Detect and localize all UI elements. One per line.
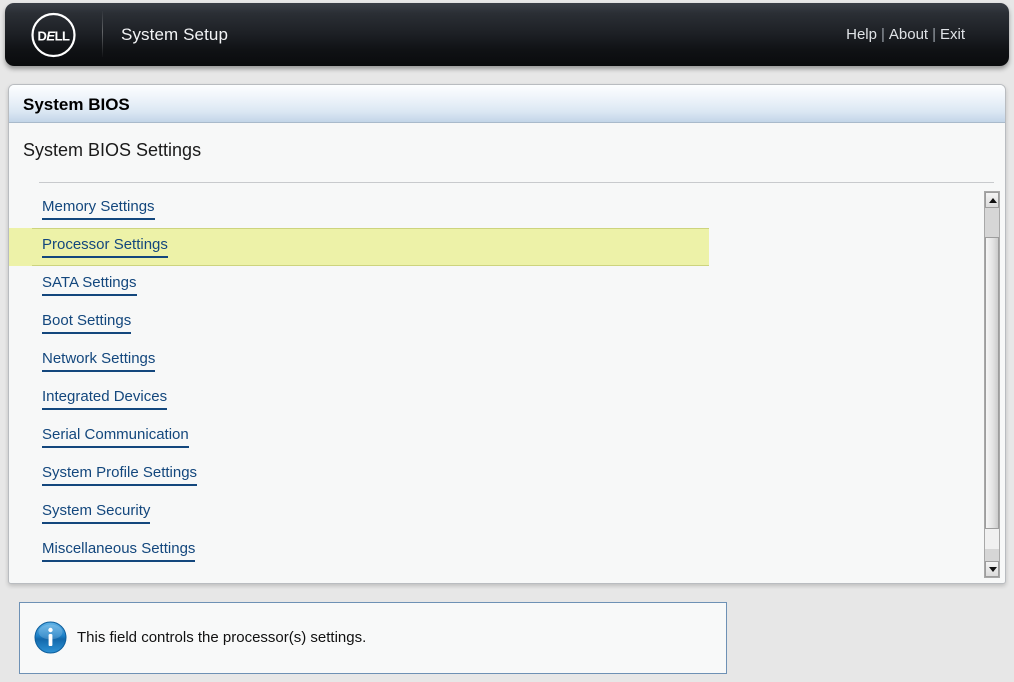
chevron-up-icon	[989, 198, 997, 203]
menu-item-serial-communication[interactable]: Serial Communication	[9, 418, 986, 456]
scrollbar-track-upper[interactable]	[985, 208, 999, 237]
info-bar: This field controls the processor(s) set…	[19, 602, 727, 674]
help-link[interactable]: Help	[846, 26, 877, 43]
scrollbar-track-lower[interactable]	[985, 549, 999, 561]
link-separator-1: |	[880, 26, 885, 43]
scrollbar-up-button[interactable]	[985, 192, 999, 208]
app-title: System Setup	[121, 25, 229, 44]
menu-item-label[interactable]: Memory Settings	[42, 198, 155, 220]
system-bios-panel: System BIOS System BIOS Settings Memory …	[8, 84, 1006, 584]
about-link[interactable]: About	[889, 26, 928, 43]
svg-text:DELL: DELL	[38, 29, 71, 44]
menu-item-sata-settings[interactable]: SATA Settings	[9, 266, 986, 304]
subtitle-divider	[39, 182, 994, 183]
menu-scrollbar[interactable]	[984, 191, 1000, 578]
scrollbar-down-button[interactable]	[985, 561, 999, 577]
menu-item-label[interactable]: Integrated Devices	[42, 388, 168, 410]
exit-link[interactable]: Exit	[940, 26, 965, 43]
page-title: System BIOS	[23, 95, 130, 114]
info-icon	[34, 621, 67, 654]
menu-item-memory-settings[interactable]: Memory Settings	[9, 190, 986, 228]
app-header: DELL System Setup Help | About | Exit	[5, 3, 1009, 66]
chevron-down-icon	[989, 567, 997, 572]
menu-item-label[interactable]: Network Settings	[42, 350, 156, 372]
panel-titlebar: System BIOS	[9, 85, 1005, 123]
menu-item-label[interactable]: Miscellaneous Settings	[42, 540, 196, 562]
header-links: Help | About | Exit	[846, 26, 965, 43]
menu-item-label[interactable]: System Profile Settings	[42, 464, 198, 486]
menu-item-label[interactable]: System Security	[42, 502, 151, 524]
menu-item-boot-settings[interactable]: Boot Settings	[9, 304, 986, 342]
menu-item-label[interactable]: SATA Settings	[42, 274, 137, 296]
menu-item-label[interactable]: Processor Settings	[42, 236, 168, 258]
menu-item-label[interactable]: Serial Communication	[42, 426, 189, 448]
menu-item-network-settings[interactable]: Network Settings	[9, 342, 986, 380]
scrollbar-thumb[interactable]	[985, 237, 999, 529]
menu-item-system-profile-settings[interactable]: System Profile Settings	[9, 456, 986, 494]
menu-item-system-security[interactable]: System Security	[9, 494, 986, 532]
menu-item-miscellaneous-settings[interactable]: Miscellaneous Settings	[9, 532, 986, 570]
menu-item-processor-settings[interactable]: Processor Settings	[9, 227, 986, 267]
link-separator-2: |	[932, 26, 936, 43]
settings-menu-list: Memory Settings Processor Settings SATA …	[9, 190, 986, 583]
page-subtitle: System BIOS Settings	[23, 140, 202, 160]
info-bar-text: This field controls the processor(s) set…	[77, 629, 367, 646]
menu-item-label[interactable]: Boot Settings	[42, 312, 132, 334]
menu-item-integrated-devices[interactable]: Integrated Devices	[9, 380, 986, 418]
dell-logo-icon: DELL	[31, 12, 76, 58]
header-divider	[102, 11, 103, 57]
